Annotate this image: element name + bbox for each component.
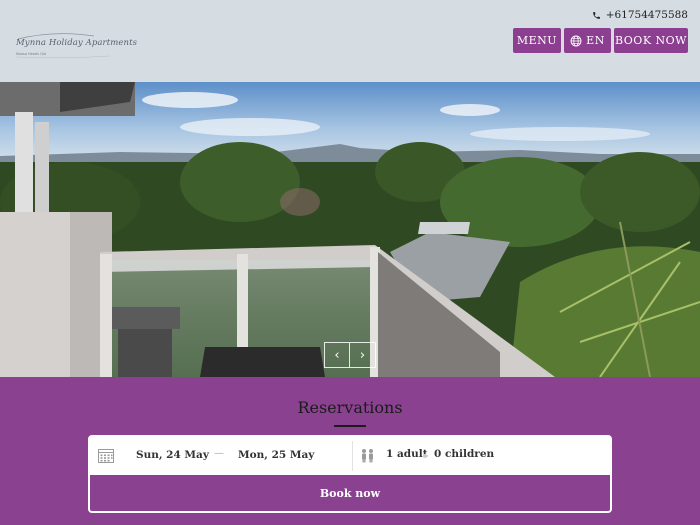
logo-tagline: Noosa Heads Qld [16, 52, 47, 56]
hero-slider [0, 82, 700, 377]
phone-number: +61754475588 [605, 9, 688, 21]
field-divider [352, 441, 353, 471]
book-now-label: Book now [319, 486, 381, 500]
chevron-left-icon: ‹ [334, 347, 340, 363]
calendar-icon [98, 449, 114, 463]
slider-next-button[interactable]: › [350, 342, 376, 368]
language-button[interactable]: EN [564, 28, 611, 53]
title-underline [334, 425, 366, 427]
phone-link[interactable]: +61754475588 [592, 9, 688, 21]
logo[interactable]: Mynna Holiday Apartments Noosa Heads Qld [14, 32, 137, 60]
hero-photo [0, 82, 700, 377]
guest-separator-dot [423, 454, 427, 458]
date-separator: — [214, 448, 224, 459]
reservations-section: Reservations Sun, 24 May — Mon, 25 May 1… [0, 377, 700, 525]
phone-icon [592, 11, 600, 19]
book-now-button[interactable]: Book now [90, 475, 610, 511]
booking-form: Sun, 24 May — Mon, 25 May 1 adult 0 chil… [88, 435, 612, 513]
logo-name: Mynna Holiday Apartments [16, 38, 138, 48]
reservations-title: Reservations [297, 398, 403, 417]
menu-button[interactable]: MENU [513, 28, 561, 53]
slider-arrows: ‹ › [324, 342, 376, 368]
chevron-right-icon: › [359, 347, 366, 363]
menu-label: MENU [516, 34, 558, 47]
checkin-date[interactable]: Sun, 24 May [136, 449, 209, 461]
book-now-top-button[interactable]: BOOK NOW [614, 28, 688, 53]
checkout-date[interactable]: Mon, 25 May [238, 449, 314, 461]
adults-count[interactable]: 1 adult [386, 448, 428, 460]
slider-prev-button[interactable]: ‹ [324, 342, 350, 368]
booking-fields: Sun, 24 May — Mon, 25 May 1 adult 0 chil… [90, 437, 610, 475]
guests-icon [362, 449, 373, 463]
book-now-top-label: BOOK NOW [615, 34, 687, 47]
globe-icon [570, 35, 582, 46]
language-label: EN [586, 34, 605, 47]
site-header: Mynna Holiday Apartments Noosa Heads Qld… [0, 0, 700, 82]
children-count[interactable]: 0 children [434, 448, 494, 460]
